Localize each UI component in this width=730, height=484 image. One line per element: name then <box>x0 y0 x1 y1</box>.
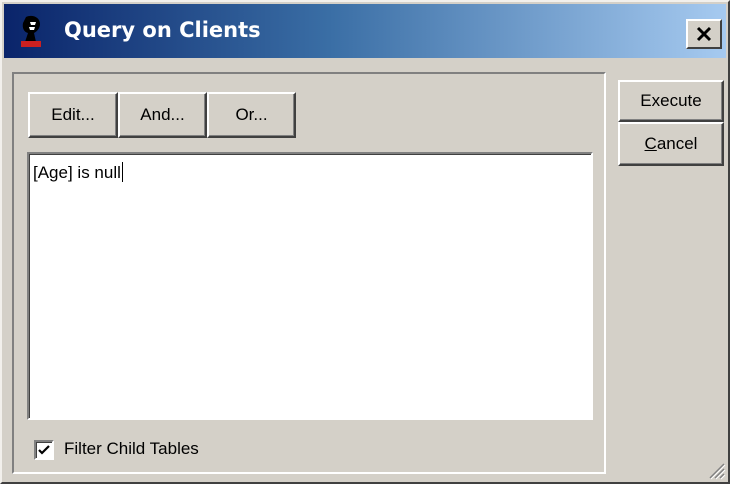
edit-button-label: Edit... <box>51 105 95 124</box>
query-dialog: Query on Clients Edit... And... Or... [A… <box>0 0 730 484</box>
query-text: [Age] is null <box>33 163 121 182</box>
or-button-label: Or... <box>235 105 268 124</box>
or-button[interactable]: Or... <box>207 92 296 138</box>
execute-button[interactable]: Execute <box>618 80 724 122</box>
cancel-button-label: Cancel <box>645 134 698 154</box>
text-cursor <box>121 162 123 182</box>
app-icon <box>21 15 41 47</box>
cancel-button[interactable]: Cancel <box>618 122 724 166</box>
close-button[interactable] <box>686 19 722 49</box>
resize-grip-icon[interactable] <box>706 460 726 480</box>
edit-button[interactable]: Edit... <box>28 92 118 138</box>
and-button-label: And... <box>140 105 185 124</box>
window-title: Query on Clients <box>64 18 261 42</box>
checkmark-icon <box>38 445 50 455</box>
filter-child-tables-label[interactable]: Filter Child Tables <box>64 438 199 460</box>
and-button[interactable]: And... <box>118 92 207 138</box>
cancel-accelerator: C <box>644 134 657 153</box>
close-icon <box>696 26 712 42</box>
filter-child-tables-checkbox[interactable] <box>34 440 54 460</box>
query-text-area[interactable]: [Age] is null <box>27 152 593 420</box>
title-bar[interactable]: Query on Clients <box>4 4 726 58</box>
cancel-label-rest: ancel <box>656 134 698 153</box>
execute-button-label: Execute <box>640 91 702 110</box>
